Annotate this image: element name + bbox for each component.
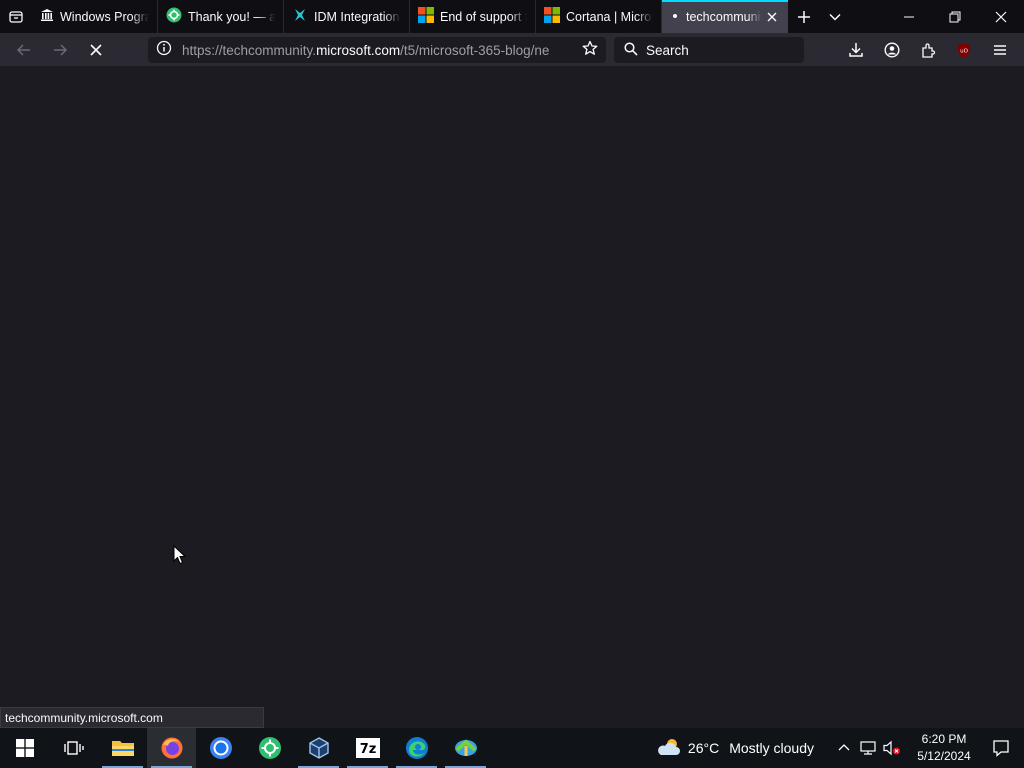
green-gear-app-icon[interactable] xyxy=(245,728,294,768)
close-tab-icon[interactable] xyxy=(764,9,780,25)
virtualbox-icon[interactable] xyxy=(294,728,343,768)
bookmark-star-icon[interactable] xyxy=(582,40,598,61)
weather-temperature: 26°C xyxy=(687,740,720,756)
system-tray: 26°C Mostly cloudy 6:20 PM 5/12/2024 xyxy=(650,728,1024,768)
restore-icon[interactable] xyxy=(932,0,978,33)
loading-dot-icon xyxy=(670,10,680,24)
tab-label: End of support fo xyxy=(440,9,527,24)
ublock-origin-icon[interactable]: uO xyxy=(946,34,982,66)
file-explorer-icon[interactable] xyxy=(98,728,147,768)
search-bar[interactable]: Search xyxy=(614,37,804,63)
windows-start-icon[interactable] xyxy=(0,728,49,768)
svg-text:uO: uO xyxy=(960,48,968,54)
url-prefix: https://techcommunity. xyxy=(182,42,317,58)
tab-end-of-support[interactable]: End of support fo xyxy=(410,0,536,33)
minimize-icon[interactable] xyxy=(886,0,932,33)
internet-download-manager-icon[interactable] xyxy=(441,728,490,768)
weather-description: Mostly cloudy xyxy=(729,740,814,756)
download-icon[interactable] xyxy=(838,34,874,66)
tab-label: Cortana | Micros xyxy=(566,9,653,24)
close-window-icon[interactable] xyxy=(978,0,1024,33)
window-controls xyxy=(886,0,1024,33)
weather-widget[interactable]: 26°C Mostly cloudy xyxy=(650,736,814,761)
clock[interactable]: 6:20 PM 5/12/2024 xyxy=(910,731,978,765)
microsoft-logo-icon xyxy=(544,7,560,26)
toolbar-actions: uO xyxy=(838,33,1018,66)
tab-bar: Windows Program Thank you! — auto IDM In… xyxy=(0,0,1024,33)
green-gear-icon xyxy=(166,7,182,26)
account-icon[interactable] xyxy=(874,34,910,66)
url-bar[interactable]: https://techcommunity.microsoft.com/t5/m… xyxy=(148,37,606,63)
tab-label: Windows Program xyxy=(60,9,149,24)
microsoft-logo-icon xyxy=(418,7,434,26)
chevron-up-icon[interactable] xyxy=(832,728,856,768)
extensions-icon[interactable] xyxy=(910,34,946,66)
mouse-pointer-icon xyxy=(173,544,187,570)
search-icon xyxy=(624,41,638,59)
hamburger-menu-icon[interactable] xyxy=(982,34,1018,66)
firefox-view-icon[interactable] xyxy=(0,0,32,33)
stop-loading-icon[interactable] xyxy=(78,34,114,66)
search-placeholder: Search xyxy=(646,42,689,58)
new-tab-button[interactable] xyxy=(788,0,819,33)
task-view-icon[interactable] xyxy=(49,728,98,768)
7zip-icon[interactable]: 7z xyxy=(343,728,392,768)
page-content[interactable] xyxy=(0,66,1024,728)
cloudy-weather-icon xyxy=(656,736,682,761)
clock-date: 5/12/2024 xyxy=(917,749,971,763)
forward-arrow-icon[interactable] xyxy=(42,34,78,66)
url-text[interactable]: https://techcommunity.microsoft.com/t5/m… xyxy=(182,43,574,58)
info-icon[interactable] xyxy=(156,40,172,61)
edge-icon[interactable] xyxy=(392,728,441,768)
tab-windows-program[interactable]: Windows Program xyxy=(32,0,158,33)
idm-icon xyxy=(292,7,308,26)
tab-thank-you[interactable]: Thank you! — auto xyxy=(158,0,284,33)
svg-text:7z: 7z xyxy=(359,742,376,757)
speaker-muted-icon[interactable] xyxy=(880,728,904,768)
chrome-icon[interactable] xyxy=(196,728,245,768)
tab-label: Thank you! — auto xyxy=(188,9,275,24)
tab-techcommunity[interactable]: techcommunity xyxy=(662,0,788,33)
status-url-tooltip: techcommunity.microsoft.com xyxy=(0,707,264,728)
network-icon[interactable] xyxy=(856,728,880,768)
url-domain: microsoft.com xyxy=(316,42,401,58)
notification-center-icon[interactable] xyxy=(978,728,1024,768)
clock-time: 6:20 PM xyxy=(921,732,967,746)
tab-label: IDM Integration xyxy=(314,9,400,24)
tab-idm-integration[interactable]: IDM Integration xyxy=(284,0,410,33)
back-arrow-icon[interactable] xyxy=(6,34,42,66)
url-suffix: /t5/microsoft-365-blog/ne xyxy=(400,42,550,58)
tab-label: techcommunity xyxy=(686,9,762,24)
tab-cortana[interactable]: Cortana | Micros xyxy=(536,0,662,33)
list-all-tabs-icon[interactable] xyxy=(819,0,850,33)
firefox-icon[interactable] xyxy=(147,728,196,768)
institution-icon xyxy=(40,8,54,25)
